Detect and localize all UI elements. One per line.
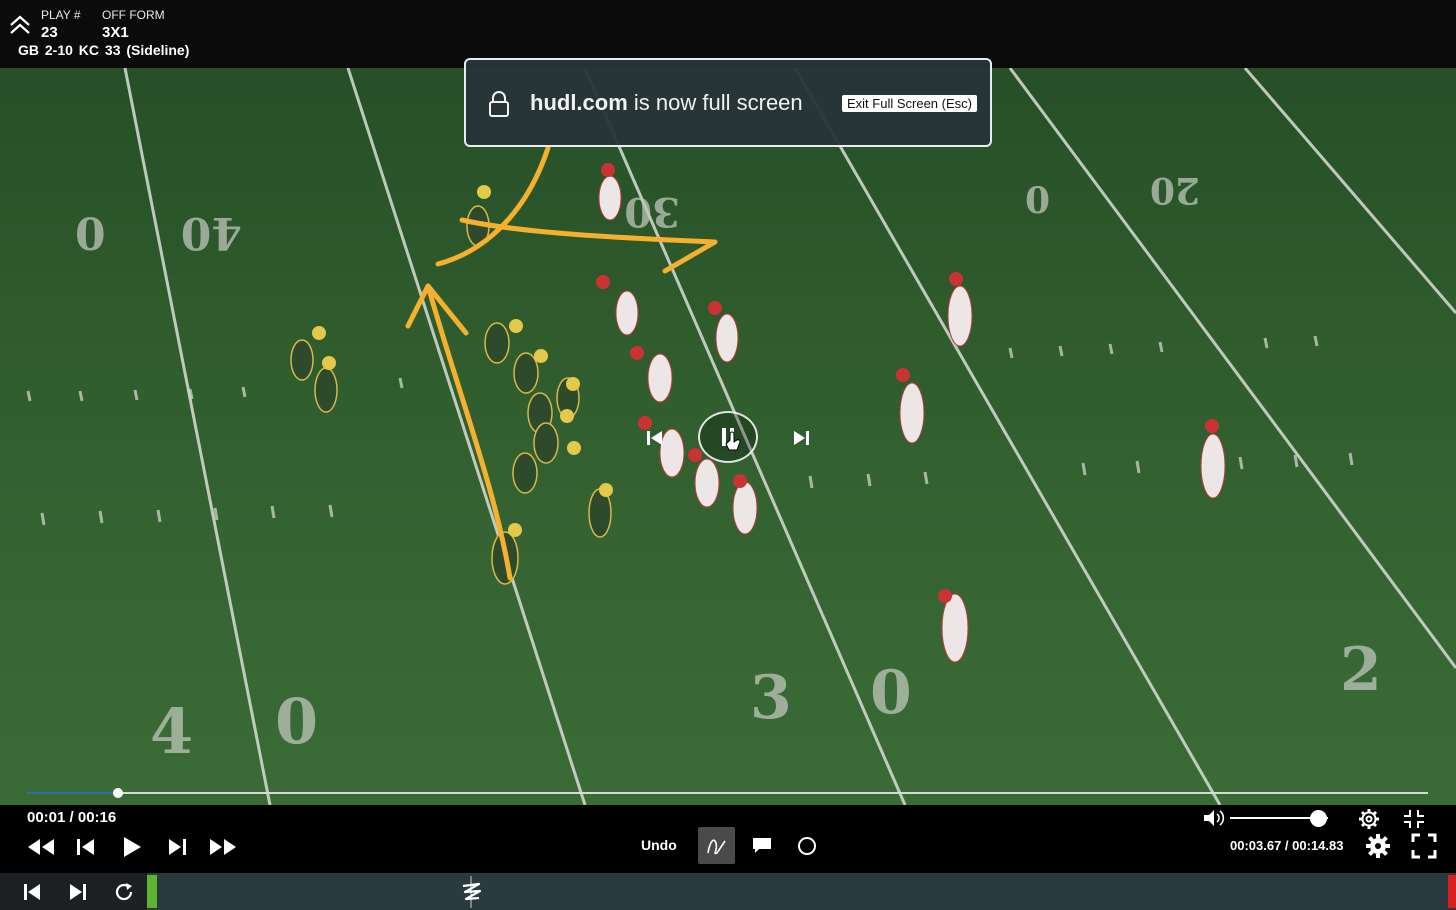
fast-forward-icon	[210, 839, 236, 855]
comment-icon	[753, 838, 771, 853]
step-back-button[interactable]	[75, 837, 97, 857]
overlay-next-clip-button[interactable]	[790, 429, 812, 447]
fullscreen-domain: hudl.com	[530, 90, 628, 115]
settings-button[interactable]	[1358, 808, 1380, 830]
play-button[interactable]	[120, 835, 144, 859]
collapse-chevron-icon[interactable]	[8, 14, 32, 38]
svg-text:0: 0	[275, 685, 318, 758]
replay-button[interactable]	[113, 881, 135, 903]
undo-button[interactable]: Undo	[641, 837, 677, 853]
volume-slider-thumb[interactable]	[1310, 810, 1328, 827]
overlay-pause-button[interactable]	[698, 411, 758, 463]
skip-next-icon	[794, 431, 809, 445]
skip-previous-icon	[24, 884, 40, 900]
defense-players	[596, 163, 1226, 663]
svg-text:4: 4	[150, 695, 193, 768]
play-icon	[124, 837, 141, 857]
rewind-icon	[28, 839, 54, 855]
step-forward-button[interactable]	[166, 837, 188, 857]
skip-next-icon	[70, 884, 86, 900]
circle-tool-button[interactable]	[797, 836, 817, 856]
clip-time: 00:03.67 / 00:14.83	[1230, 838, 1344, 853]
exit-fullscreen-button[interactable]: Exit Full Screen (Esc)	[842, 95, 977, 112]
fullscreen-notification: hudl.com is now full screen Exit Full Sc…	[464, 58, 992, 147]
hand-cursor-icon	[725, 431, 741, 451]
skip-previous-icon	[647, 431, 662, 445]
exit-fullscreen-small-button[interactable]	[1403, 809, 1425, 829]
step-back-icon	[77, 839, 94, 855]
svg-text:30: 30	[624, 188, 680, 235]
replay-icon	[115, 883, 133, 901]
offense-formation-value: 3X1	[102, 24, 129, 41]
timeline-end-marker[interactable]	[1448, 875, 1456, 908]
yard-number-40-top: 0	[75, 210, 106, 261]
overlay-previous-clip-button[interactable]	[644, 429, 666, 447]
volume-icon	[1204, 810, 1225, 826]
play-number-label: PLAY #	[41, 8, 81, 22]
svg-text:40: 40	[181, 207, 242, 258]
elapsed-time: 00:01 / 00:16	[27, 809, 117, 826]
first-clip-button[interactable]	[22, 883, 42, 901]
video-progress-fill	[27, 792, 119, 794]
circle-icon	[798, 837, 816, 855]
video-progress-thumb[interactable]	[113, 788, 124, 798]
pause-icon	[722, 428, 741, 451]
play-number-value: 23	[41, 24, 58, 41]
volume-button[interactable]	[1202, 808, 1226, 828]
rewind-button[interactable]	[26, 837, 56, 857]
svg-text:3: 3	[750, 663, 792, 733]
annotation-timeline[interactable]	[147, 873, 1456, 910]
fullscreen-toggle-button[interactable]	[1411, 833, 1437, 859]
svg-text:2: 2	[1340, 635, 1382, 705]
timeline-drawing-marker[interactable]	[459, 876, 485, 908]
next-clip-button[interactable]	[68, 883, 88, 901]
fullscreen-message: hudl.com is now full screen	[530, 90, 803, 116]
svg-text:0: 0	[870, 658, 912, 728]
offense-players	[290, 185, 613, 585]
down-distance-situation: GB 2-10 KC 33 (Sideline)	[18, 42, 190, 58]
offense-formation-label: OFF FORM	[102, 8, 165, 22]
freehand-draw-tool-button[interactable]	[698, 827, 735, 864]
comment-tool-button[interactable]	[752, 837, 772, 855]
gear-icon	[1359, 809, 1379, 829]
fast-forward-button[interactable]	[208, 837, 238, 857]
step-forward-icon	[169, 839, 186, 855]
svg-text:20: 20	[1150, 169, 1200, 211]
fullscreen-message-text: is now full screen	[633, 90, 803, 115]
gear-icon	[1366, 834, 1390, 858]
video-progress-bar[interactable]	[27, 788, 1428, 798]
timeline-start-marker[interactable]	[147, 875, 157, 908]
drawing-marker-icon	[462, 876, 482, 908]
freehand-pen-icon	[707, 839, 726, 855]
svg-text:0: 0	[1025, 180, 1050, 222]
lock-icon	[489, 91, 509, 117]
fullscreen-exit-icon	[1404, 810, 1424, 828]
settings-button-large[interactable]	[1365, 833, 1391, 859]
player-controls: 00:01 / 00:16 Undo 00:03.67 / 00:14.83	[0, 805, 1456, 873]
fullscreen-icon	[1411, 833, 1437, 859]
